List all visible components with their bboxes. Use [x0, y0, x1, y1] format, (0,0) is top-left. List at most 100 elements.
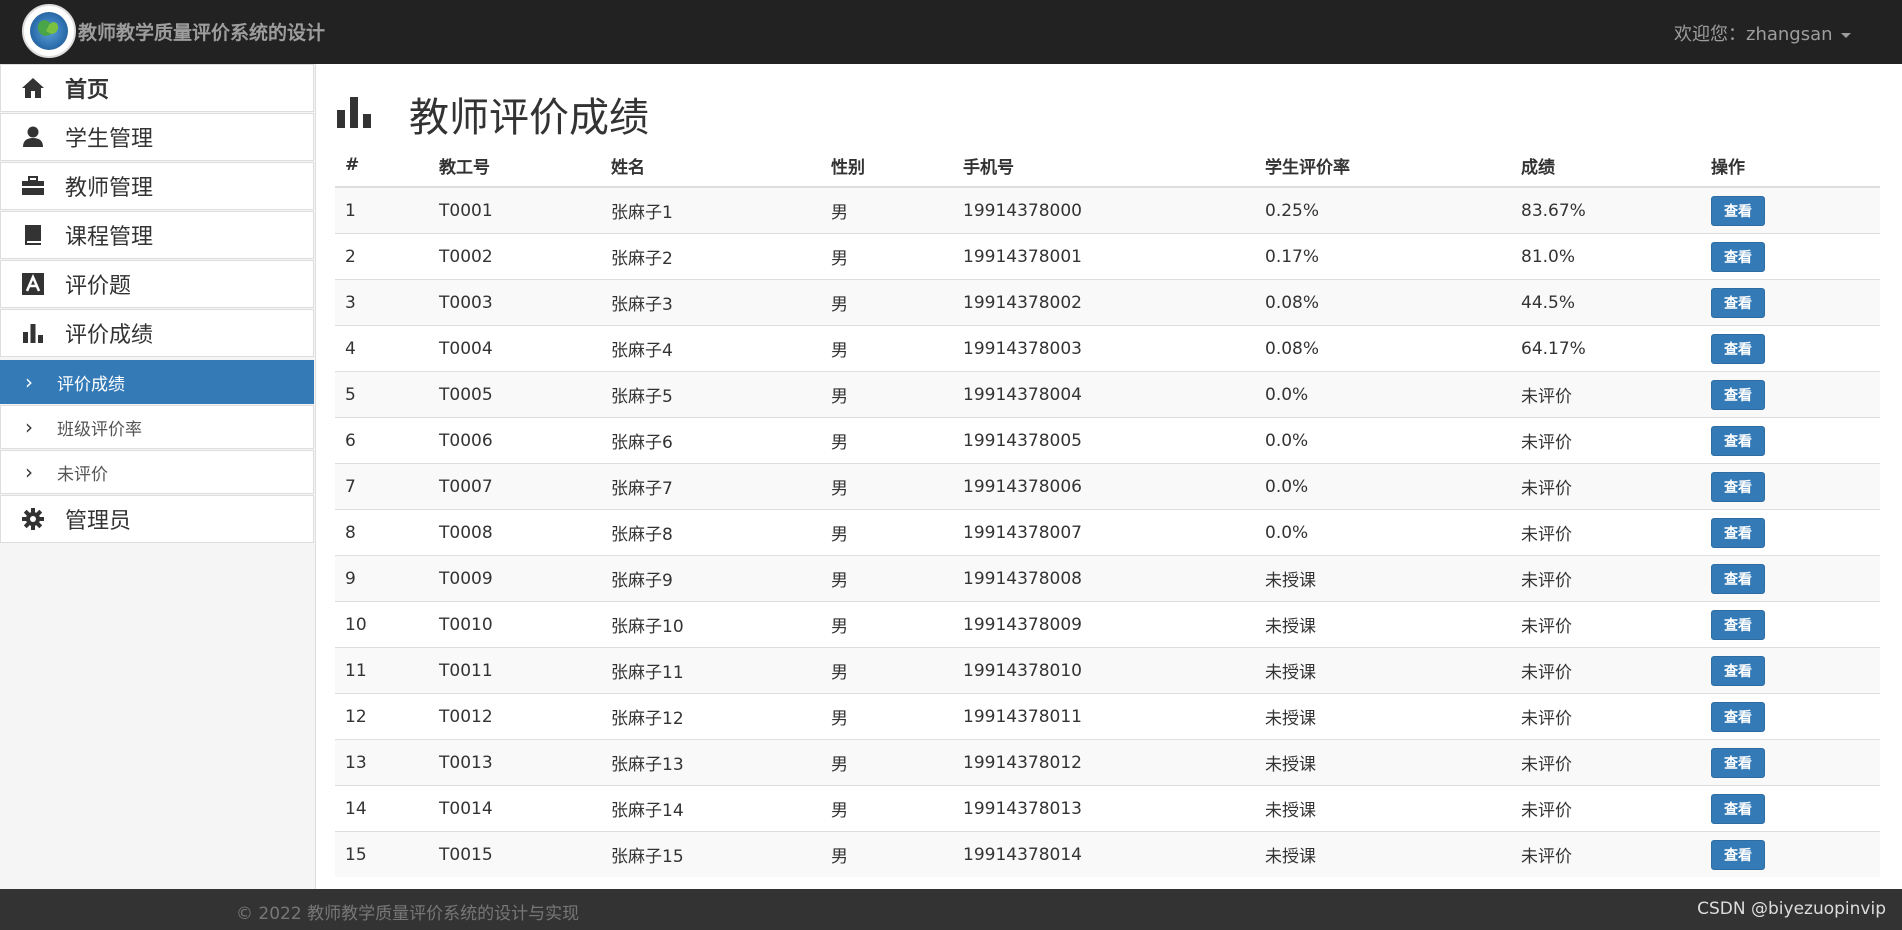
- table-row: 13 T0013 张麻子13 男 19914378012 未授课 未评价 查看: [335, 739, 1880, 786]
- table-cell-rate: 未授课: [1255, 555, 1511, 602]
- column-header: 操作: [1701, 144, 1880, 188]
- view-button[interactable]: 查看: [1711, 517, 1765, 548]
- table-cell-name: 张麻子9: [601, 555, 821, 602]
- column-header: 手机号: [953, 144, 1255, 188]
- table-cell-gender: 男: [821, 739, 953, 786]
- view-button[interactable]: 查看: [1711, 379, 1765, 410]
- sidebar-item-courses[interactable]: 课程管理: [0, 211, 314, 259]
- caret-down-icon: [1840, 32, 1851, 38]
- table-cell-rate: 未授课: [1255, 739, 1511, 786]
- table-cell-rate: 未授课: [1255, 601, 1511, 648]
- user-menu[interactable]: 欢迎您：zhangsan: [1674, 20, 1851, 46]
- app-title[interactable]: 教师教学质量评价系统的设计: [78, 18, 325, 45]
- table-cell-score: 未评价: [1511, 417, 1701, 464]
- table-cell-score: 未评价: [1511, 831, 1701, 877]
- view-button[interactable]: 查看: [1711, 655, 1765, 686]
- chevron-right-icon: ›: [25, 415, 33, 439]
- sidebar-subitem-scores[interactable]: › 评价成绩: [0, 360, 314, 404]
- table-cell-score: 未评价: [1511, 555, 1701, 602]
- table-cell-name: 张麻子6: [601, 417, 821, 464]
- table-cell-phone: 19914378006: [953, 463, 1255, 510]
- table-row: 2 T0002 张麻子2 男 19914378001 0.17% 81.0% 查看: [335, 233, 1880, 280]
- home-icon: [1, 77, 65, 99]
- sidebar-item-label: 评价成绩: [65, 323, 154, 348]
- view-button[interactable]: 查看: [1711, 241, 1765, 272]
- table-cell-rate: 0.25%: [1255, 186, 1511, 234]
- table-cell-name: 张麻子3: [601, 279, 821, 326]
- table-cell-phone: 19914378008: [953, 555, 1255, 602]
- table-cell-id: T0002: [429, 233, 601, 280]
- view-button[interactable]: 查看: [1711, 563, 1765, 594]
- sidebar-item-teachers[interactable]: 教师管理: [0, 162, 314, 210]
- view-button[interactable]: 查看: [1711, 287, 1765, 318]
- table-row: 15 T0015 张麻子15 男 19914378014 未授课 未评价 查看: [335, 831, 1880, 877]
- table-cell-id: T0011: [429, 647, 601, 694]
- sidebar-item-scores[interactable]: 评价成绩: [0, 309, 314, 357]
- scores-table: # 教工号 姓名 性别 手机号 学生评价率 成绩 操作 1 T0001 张麻子1 男 1…: [335, 144, 1880, 877]
- table-cell-id: T0014: [429, 785, 601, 832]
- sidebar-subitem-unevaluated[interactable]: › 未评价: [0, 450, 314, 494]
- table-cell-action: 查看: [1701, 371, 1880, 418]
- table-cell-phone: 19914378010: [953, 647, 1255, 694]
- table-cell-phone: 19914378002: [953, 279, 1255, 326]
- table-cell-action: 查看: [1701, 647, 1880, 694]
- column-header: 学生评价率: [1255, 144, 1511, 188]
- table-row: 12 T0012 张麻子12 男 19914378011 未授课 未评价 查看: [335, 693, 1880, 740]
- table-cell-id: T0005: [429, 371, 601, 418]
- table-cell-score: 未评价: [1511, 601, 1701, 648]
- table-cell-name: 张麻子14: [601, 785, 821, 832]
- table-cell-idx: 6: [335, 417, 429, 464]
- table-cell-gender: 男: [821, 463, 953, 510]
- view-button[interactable]: 查看: [1711, 839, 1765, 870]
- table-cell-id: T0004: [429, 325, 601, 372]
- chevron-right-icon: ›: [25, 370, 33, 394]
- table-cell-phone: 19914378011: [953, 693, 1255, 740]
- table-cell-gender: 男: [821, 233, 953, 280]
- table-cell-gender: 男: [821, 371, 953, 418]
- view-button[interactable]: 查看: [1711, 609, 1765, 640]
- table-cell-rate: 0.17%: [1255, 233, 1511, 280]
- table-cell-rate: 未授课: [1255, 647, 1511, 694]
- view-button[interactable]: 查看: [1711, 195, 1765, 226]
- table-cell-name: 张麻子5: [601, 371, 821, 418]
- sidebar-item-label: 教师管理: [65, 176, 154, 201]
- table-row: 11 T0011 张麻子11 男 19914378010 未授课 未评价 查看: [335, 647, 1880, 694]
- table-cell-name: 张麻子4: [601, 325, 821, 372]
- font-icon: [1, 273, 65, 295]
- table-cell-score: 未评价: [1511, 693, 1701, 740]
- table-cell-gender: 男: [821, 555, 953, 602]
- table-cell-phone: 19914378001: [953, 233, 1255, 280]
- watermark-text: CSDN @biyezuopinvip: [1697, 899, 1886, 919]
- table-cell-action: 查看: [1701, 601, 1880, 648]
- school-logo-icon[interactable]: [22, 4, 76, 58]
- book-icon: [1, 224, 65, 246]
- view-button[interactable]: 查看: [1711, 701, 1765, 732]
- view-button[interactable]: 查看: [1711, 793, 1765, 824]
- table-cell-id: T0012: [429, 693, 601, 740]
- table-cell-score: 未评价: [1511, 647, 1701, 694]
- sidebar-item-label: 学生管理: [65, 127, 154, 152]
- table-cell-gender: 男: [821, 601, 953, 648]
- sidebar-item-questions[interactable]: 评价题: [0, 260, 314, 308]
- sidebar-item-students[interactable]: 学生管理: [0, 113, 314, 161]
- view-button[interactable]: 查看: [1711, 333, 1765, 364]
- table-cell-name: 张麻子7: [601, 463, 821, 510]
- table-cell-action: 查看: [1701, 417, 1880, 464]
- table-cell-action: 查看: [1701, 693, 1880, 740]
- sidebar-item-home[interactable]: 首页: [0, 64, 314, 112]
- table-cell-score: 44.5%: [1511, 279, 1701, 326]
- table-cell-action: 查看: [1701, 739, 1880, 786]
- table-cell-phone: 19914378013: [953, 785, 1255, 832]
- sidebar-subitem-label: 班级评价率: [57, 419, 142, 440]
- sidebar-subitem-class-rate[interactable]: › 班级评价率: [0, 405, 314, 449]
- view-button[interactable]: 查看: [1711, 425, 1765, 456]
- sidebar-item-admin[interactable]: 管理员: [0, 495, 314, 543]
- table-cell-name: 张麻子12: [601, 693, 821, 740]
- user-menu-label: 欢迎您：zhangsan: [1674, 24, 1833, 45]
- table-cell-idx: 1: [335, 186, 429, 234]
- view-button[interactable]: 查看: [1711, 747, 1765, 778]
- table-cell-id: T0007: [429, 463, 601, 510]
- table-cell-name: 张麻子1: [601, 186, 821, 234]
- view-button[interactable]: 查看: [1711, 471, 1765, 502]
- footer: © 2022 教师教学质量评价系统的设计与实现 CSDN @biyezuopin…: [0, 889, 1902, 930]
